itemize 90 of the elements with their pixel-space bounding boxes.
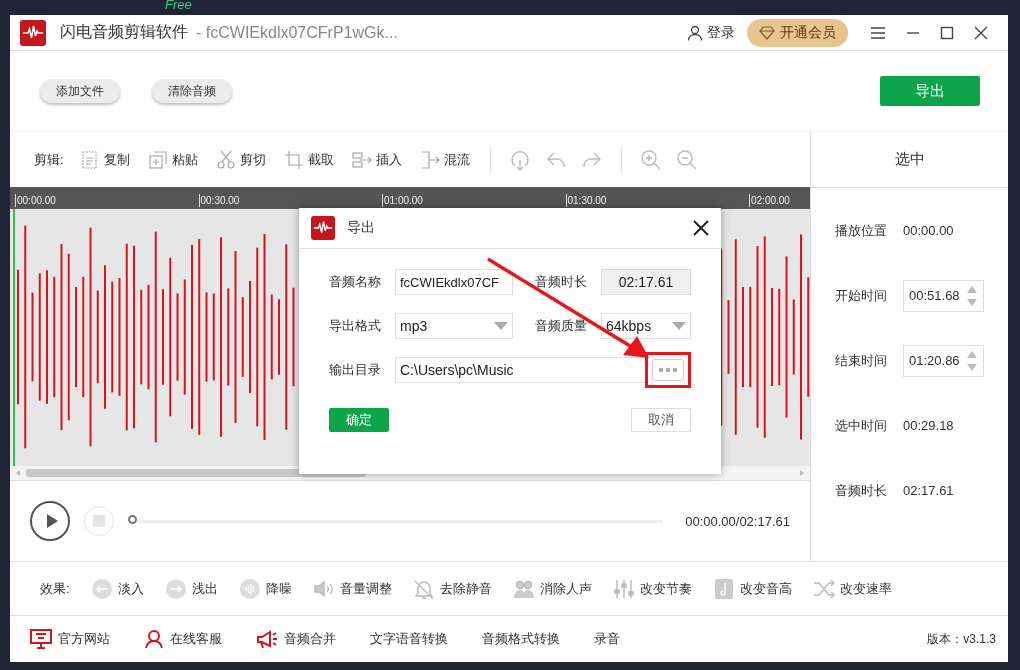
cancel-button[interactable]: 取消 — [631, 408, 691, 432]
crop-icon — [283, 149, 304, 170]
insert-icon — [351, 149, 372, 170]
sliders-icon — [611, 577, 636, 600]
field-label: 音频时长 — [535, 273, 588, 291]
footer-link[interactable]: 音频合并 — [256, 629, 336, 649]
duration-field: 02:17.61 — [601, 269, 691, 295]
toolbar-button[interactable]: 粘贴 — [145, 149, 200, 170]
effect-button[interactable]: 消除人声 — [511, 577, 592, 600]
maximize-icon[interactable] — [940, 25, 954, 40]
monitor-icon — [30, 629, 52, 649]
footer-link[interactable]: 在线客服 — [144, 629, 222, 649]
diamond-icon — [759, 25, 775, 40]
toolbar-button[interactable]: 复制 — [77, 149, 132, 170]
scissors-icon — [215, 149, 236, 170]
field-value: 00:29.18 — [903, 418, 954, 433]
timeline-tick: 01:00.00 — [382, 194, 423, 207]
effect-button[interactable]: 淡入 — [89, 577, 144, 600]
window-title: 闪电音频剪辑软件 — [60, 22, 188, 42]
progress-thumb[interactable] — [128, 514, 137, 524]
field-label: 音频时长 — [835, 481, 888, 500]
toolbar-button[interactable]: 剪切 — [213, 149, 268, 170]
caret-icon — [494, 322, 508, 330]
timeline-tick: 00:00.00 — [15, 194, 56, 207]
zoom-in-icon[interactable] — [639, 148, 662, 171]
close-icon[interactable] — [693, 220, 709, 236]
effect-button[interactable]: 浅出 — [163, 577, 218, 600]
timeline-tick: 01:30.00 — [565, 194, 607, 207]
vip-button[interactable]: 开通会员 — [747, 18, 848, 47]
field-label: 播放位置 — [835, 221, 888, 240]
toolbar-label: 剪辑: — [34, 150, 64, 169]
field-label: 结束时间 — [835, 351, 888, 370]
time-spinbox[interactable]: 01:20.86 — [903, 344, 984, 377]
refresh-icon[interactable] — [508, 148, 531, 171]
close-icon[interactable] — [974, 25, 988, 40]
user-icon — [144, 629, 164, 649]
version-label: 版本：v3.1.3 — [927, 630, 996, 648]
field-label: 音频名称 — [329, 273, 382, 291]
timeline-tick: 02:00.00 — [749, 194, 790, 207]
file-name: - fcCWIEkdlx07CFrP1wGk... — [196, 23, 398, 42]
panel-title: 选中 — [811, 132, 1008, 188]
sound-wave-icon — [237, 577, 262, 600]
effect-button[interactable]: 改变音高 — [711, 577, 792, 600]
effect-button[interactable]: 改变节奏 — [611, 577, 692, 600]
timeline-tick: 00:30.00 — [198, 194, 240, 207]
zoom-out-icon[interactable] — [675, 148, 698, 171]
menu-icon[interactable] — [870, 25, 886, 40]
field-label: 开始时间 — [835, 286, 888, 305]
more-icon — [658, 367, 678, 373]
footer-link[interactable]: 录音 — [594, 630, 620, 648]
toolbar-button[interactable]: 截取 — [281, 149, 336, 170]
field-value: 00:00.00 — [903, 223, 954, 238]
app-logo-icon — [20, 19, 46, 46]
field-label: 导出格式 — [329, 317, 382, 335]
footer-link[interactable]: 音频格式转换 — [482, 630, 560, 648]
effects-label: 效果: — [40, 579, 70, 598]
user-icon — [687, 24, 703, 41]
dialog-title: 导出 — [347, 219, 375, 237]
effect-button[interactable]: 去除静音 — [411, 577, 492, 600]
footer-link[interactable]: 官方网站 — [30, 629, 110, 649]
quality-dropdown[interactable]: 64kbps — [601, 313, 691, 339]
desktop-caption: Free — [165, 0, 192, 12]
playback-time: 00:00.00/02:17.61 — [685, 513, 790, 529]
field-value: 02:17.61 — [903, 483, 954, 498]
field-label: 音频质量 — [535, 317, 588, 335]
time-spinbox[interactable]: 00:51.68 — [903, 279, 984, 312]
toolbar-button[interactable]: 插入 — [349, 149, 404, 170]
login-button[interactable]: 登录 — [687, 23, 735, 42]
caret-icon — [672, 322, 686, 330]
format-dropdown[interactable]: mp3 — [395, 313, 513, 339]
shuffle-icon — [811, 577, 836, 600]
play-icon — [44, 513, 59, 529]
file-action-button[interactable]: 清除音频 — [152, 79, 232, 103]
document-icon — [79, 149, 100, 170]
add-icon — [147, 149, 168, 170]
app-logo-icon — [311, 216, 335, 240]
output-path-field[interactable]: C:\Users\pc\Music — [395, 357, 647, 383]
field-label: 选中时间 — [835, 416, 888, 435]
toolbar-button[interactable]: 混流 — [417, 149, 472, 170]
effect-button[interactable]: 音量调整 — [311, 577, 392, 600]
effect-button[interactable]: 降噪 — [237, 577, 292, 600]
field-label: 输出目录 — [329, 361, 382, 379]
play-button[interactable] — [30, 501, 70, 541]
effect-button[interactable]: 改变速率 — [811, 577, 892, 600]
file-action-button[interactable]: 添加文件 — [40, 79, 120, 103]
merge-icon — [419, 149, 440, 170]
footer-link[interactable]: 文字语音转换 — [370, 630, 448, 648]
megaphone-icon — [256, 629, 278, 649]
name-input[interactable]: fcCWIEkdlx07CF — [395, 269, 513, 295]
browse-button[interactable] — [652, 359, 684, 381]
